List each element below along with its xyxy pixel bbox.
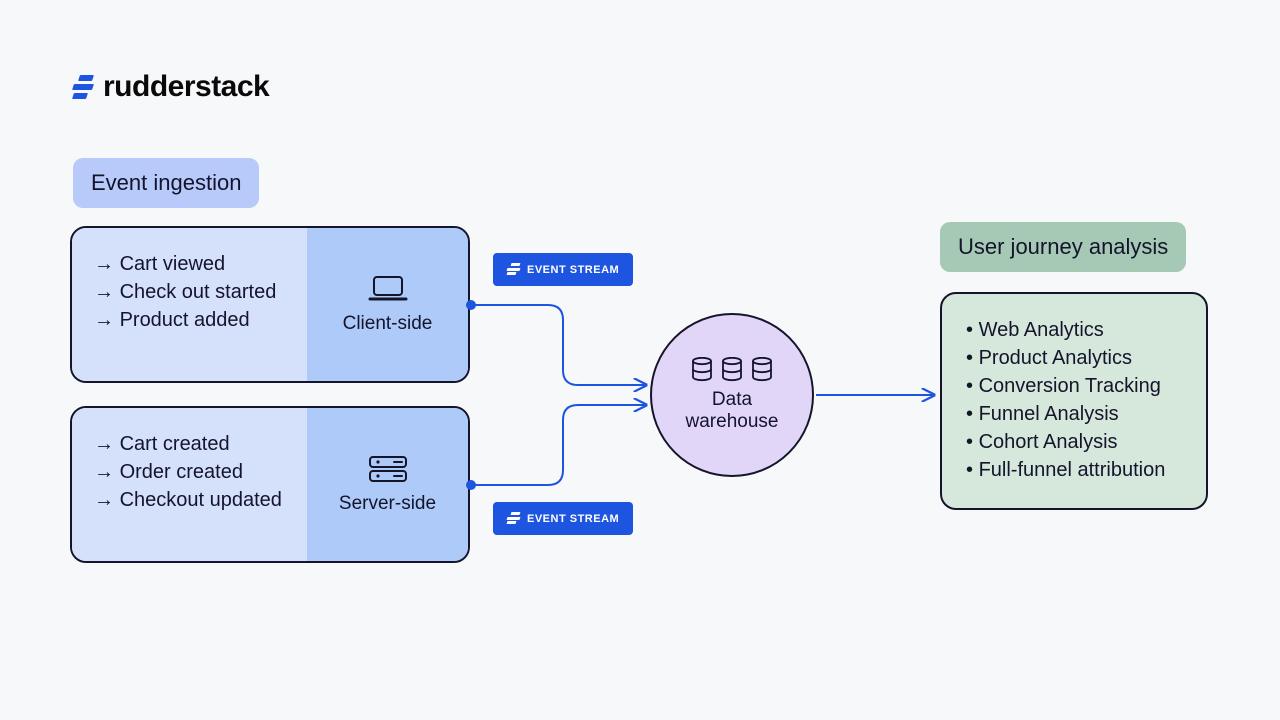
client-side-card: Cart viewed Check out started Product ad… (70, 226, 470, 383)
brand-logo: rudderstack (73, 70, 269, 104)
analysis-item: Product Analytics (966, 344, 1186, 372)
client-event-item: Check out started (94, 278, 289, 306)
event-stream-label: EVENT STREAM (527, 264, 619, 276)
client-event-item: Cart viewed (94, 250, 289, 278)
laptop-icon (366, 275, 410, 303)
database-icon (691, 357, 713, 383)
event-stream-label: EVENT STREAM (527, 513, 619, 525)
server-event-item: Order created (94, 458, 289, 486)
data-warehouse-label: Data warehouse (686, 389, 779, 433)
brand-mark-icon (73, 75, 93, 99)
client-side-label: Client-side (343, 313, 433, 335)
analysis-item: Cohort Analysis (966, 428, 1186, 456)
database-icon (721, 357, 743, 383)
brand-mark-mini-icon (507, 263, 520, 276)
analysis-item: Web Analytics (966, 316, 1186, 344)
brand-mark-mini-icon (507, 512, 520, 525)
event-stream-chip-client: EVENT STREAM (493, 253, 633, 286)
server-event-item: Checkout updated (94, 486, 289, 514)
server-side-card: Cart created Order created Checkout upda… (70, 406, 470, 563)
user-journey-analysis-title: User journey analysis (940, 222, 1186, 272)
event-stream-chip-server: EVENT STREAM (493, 502, 633, 535)
analysis-item: Funnel Analysis (966, 400, 1186, 428)
analysis-item: Full-funnel attribution (966, 456, 1186, 484)
analysis-item: Conversion Tracking (966, 372, 1186, 400)
server-event-item: Cart created (94, 430, 289, 458)
data-warehouse-node: Data warehouse (650, 313, 814, 477)
client-events-list: Cart viewed Check out started Product ad… (72, 228, 307, 381)
event-ingestion-title: Event ingestion (73, 158, 259, 208)
database-icon (751, 357, 773, 383)
server-side-label: Server-side (339, 493, 436, 515)
analysis-panel: Web Analytics Product Analytics Conversi… (940, 292, 1208, 510)
server-icon (366, 455, 410, 483)
brand-name: rudderstack (103, 70, 269, 104)
server-events-list: Cart created Order created Checkout upda… (72, 408, 307, 561)
database-icons-row (691, 357, 773, 383)
client-event-item: Product added (94, 306, 289, 334)
